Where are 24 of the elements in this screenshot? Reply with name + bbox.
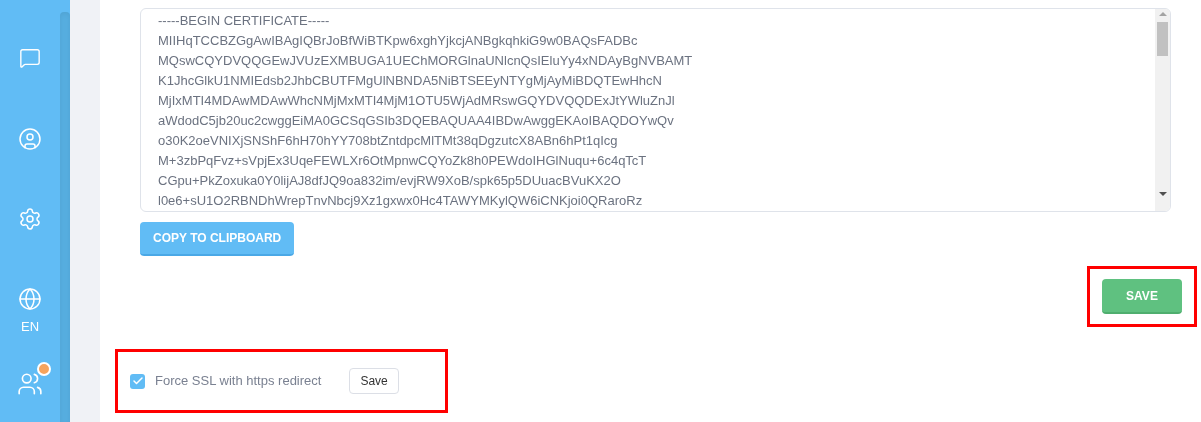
language-label[interactable]: EN [20, 317, 40, 337]
certificate-field[interactable] [140, 8, 1171, 212]
sidebar-scrollbar[interactable] [60, 12, 70, 422]
certificate-line: MIIHqTCCBZGgAwIBAgIQBrJoBfWiBTKpw6xghYjkcjANBgkqhkiG9w0BAQsFADBc [158, 32, 639, 50]
certificate-line: o30K2oeVNIXjSNShF6hH70hYY708btZntdpcMlTMt38qDgzutcX8ABn6hPt1qIcg [158, 132, 619, 150]
scrollbar[interactable] [1155, 9, 1170, 211]
save-button[interactable]: Save [349, 368, 399, 394]
user-icon[interactable] [18, 127, 42, 151]
settings-icon[interactable] [18, 207, 42, 231]
checkbox[interactable] [130, 373, 145, 389]
certificate-line: CGpu+PkZoxuka0Y0lijAJ8dfJQ9oa832im/evjRW9XoB/spk65p5DUuacBVuKX2O [158, 172, 622, 190]
certificate-line: M+3zbPqFvz+sVpjEx3UqeFEWLXr6OtMpnwCQYoZk8h0PEWdoIHGlNuqu+6c4qTcT [158, 152, 648, 170]
certificate-line: K1JhcGlkU1NMIEdsb2JhbCBUTFMgUlNBNDA5NiBTSEEyNTYgMjAyMiBDQTEwHhcN [158, 72, 663, 90]
globe-icon[interactable] [18, 287, 42, 311]
certificate-line: MjIxMTI4MDAwMDAwWhcNMjMxMTI4MjM1OTU5WjAdMRswGQYDVQQDExJtYWluZnJl [158, 92, 676, 110]
save-button[interactable]: SAVE [1102, 279, 1182, 314]
certificate-line: aWdodC5jb20uc2cwggEiMA0GCSqGSIb3DQEBAQUAA4IBDwAwggEKAoIBAQDOYwQv [158, 112, 675, 130]
copy-button[interactable]: COPY TO CLIPBOARD [140, 222, 295, 256]
certificate-line: -----BEGIN CERTIFICATE----- [158, 12, 331, 30]
certificate-line: l0e6+sU1O2RBNDhWrepTnvNbcj9Xz1gxwx0Hc4TAWYMKylQW6iCNKjoi0QRaroRz [158, 192, 644, 210]
users-icon[interactable] [17, 370, 43, 397]
certificate-line: MQswCQYDVQQGEwJVUzEXMBUGA1UEChMORGlnaUNlcnQsIEluYy4xNDAyBgNVBAMT [158, 52, 694, 70]
force-ssl-label: Force SSL with https redirect [155, 372, 322, 391]
chat-icon[interactable] [19, 47, 41, 69]
